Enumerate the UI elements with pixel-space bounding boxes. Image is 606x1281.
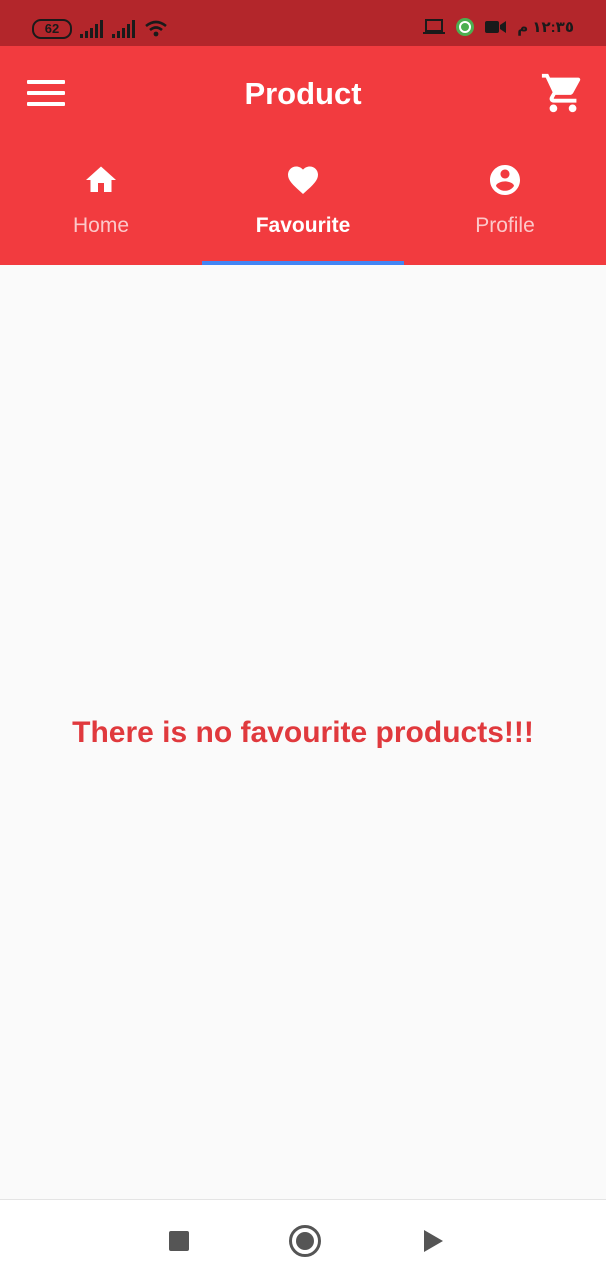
tab-favourite-label: Favourite xyxy=(255,214,351,237)
tab-profile[interactable]: Profile xyxy=(404,142,606,265)
back-button[interactable] xyxy=(424,1230,443,1252)
whatsapp-icon xyxy=(456,18,475,36)
signal-icon xyxy=(112,20,135,38)
status-right-group: ١٢:٣٥ م xyxy=(423,17,574,37)
empty-state-message: There is no favourite products!!! xyxy=(72,716,534,749)
tab-bar: Home Favourite Profile xyxy=(0,142,606,265)
favourites-content: There is no favourite products!!! xyxy=(0,265,606,1199)
shopping-cart-icon xyxy=(541,73,581,113)
page-title: Product xyxy=(244,76,362,111)
status-left-group: 62 xyxy=(32,19,168,39)
system-nav-bar xyxy=(0,1199,606,1281)
cart-button[interactable] xyxy=(540,70,586,116)
recent-apps-button[interactable] xyxy=(169,1231,189,1251)
home-icon xyxy=(86,166,116,192)
battery-indicator: 62 xyxy=(32,19,72,39)
signal-icon xyxy=(80,20,103,38)
tab-profile-label: Profile xyxy=(475,214,535,237)
wifi-icon xyxy=(145,20,167,37)
tab-home-label: Home xyxy=(72,214,130,237)
status-bar: 62 ١٢:٣٥ م xyxy=(0,0,606,46)
tab-home[interactable]: Home xyxy=(0,142,202,265)
tab-favourite[interactable]: Favourite xyxy=(202,142,404,265)
status-time: ١٢:٣٥ م xyxy=(517,19,574,36)
home-button[interactable] xyxy=(289,1225,321,1257)
app-bar: Product xyxy=(0,46,606,142)
laptop-icon xyxy=(423,19,446,34)
video-camera-icon xyxy=(485,21,507,33)
account-circle-icon xyxy=(490,165,520,195)
heart-icon xyxy=(288,166,318,195)
